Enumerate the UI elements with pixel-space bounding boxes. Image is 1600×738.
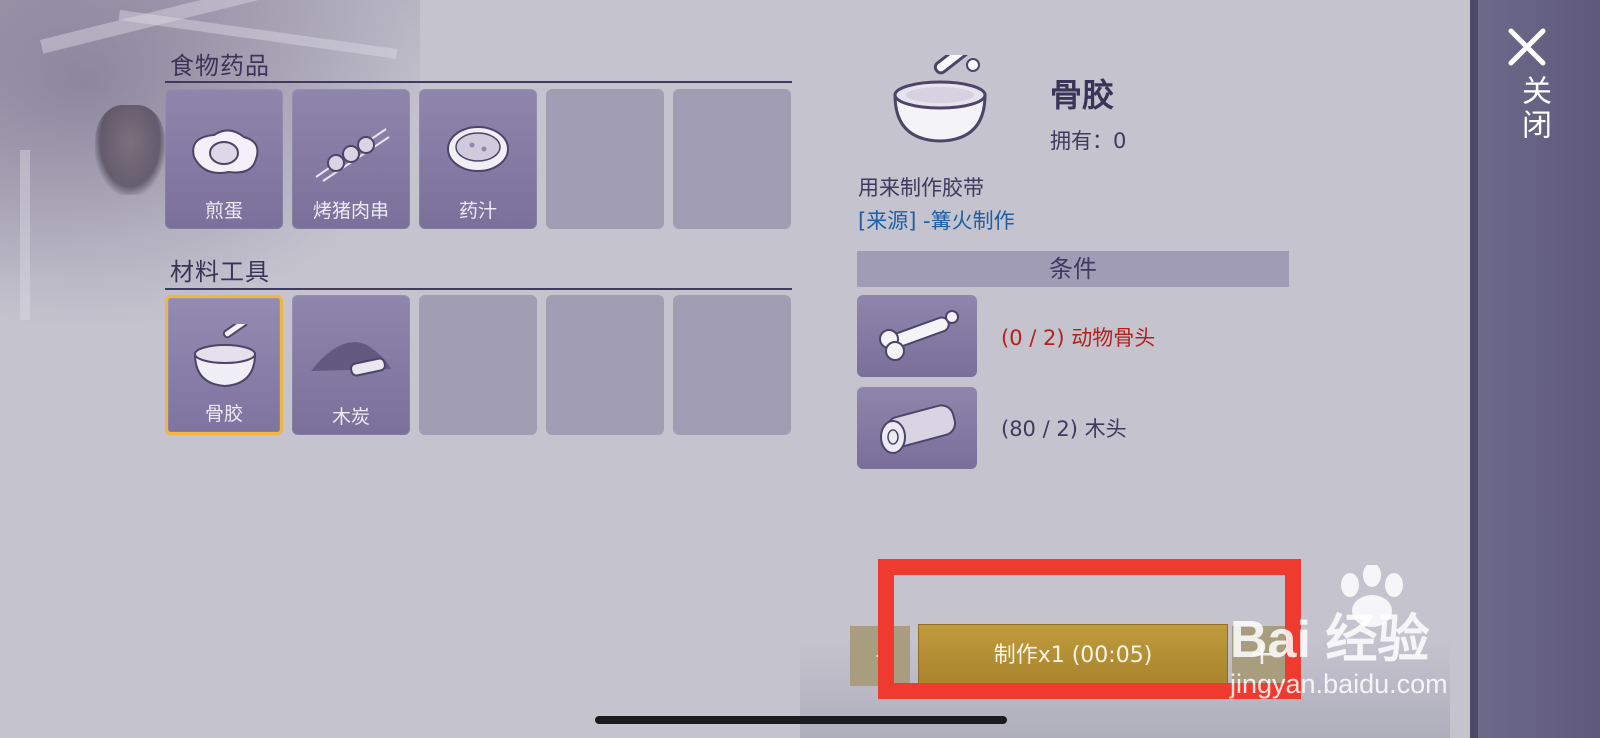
watermark-sub: jingyan.baidu.com — [1230, 669, 1448, 699]
close-button[interactable]: 关闭 — [1505, 25, 1565, 155]
item-slot-skewer[interactable]: 烤猪肉串 — [292, 89, 410, 229]
empty-slot — [673, 295, 791, 435]
item-label: 煎蛋 — [204, 200, 243, 222]
section-title-materials: 材料工具 — [170, 258, 270, 286]
background-character — [95, 105, 165, 195]
section-divider — [165, 288, 792, 290]
fried-egg-icon — [192, 129, 259, 174]
item-slot-bone-glue[interactable]: 骨胶 — [165, 295, 283, 435]
bone-icon — [879, 310, 959, 361]
item-label: 木炭 — [331, 406, 370, 428]
side-panel: 关闭 — [1470, 0, 1600, 738]
close-icon — [1508, 28, 1546, 66]
owned-count: 拥有：0 — [1050, 129, 1127, 153]
item-source-link[interactable]: [来源] -篝火制作 — [858, 205, 1015, 235]
item-slot-fried-egg[interactable]: 煎蛋 — [165, 89, 283, 229]
watermark-main: Bai 经验 — [1230, 611, 1430, 669]
item-label: 骨胶 — [204, 403, 243, 425]
section-title-food: 食物药品 — [170, 52, 270, 80]
item-slot-soup[interactable]: 药汁 — [419, 89, 537, 229]
decrease-quantity-button[interactable]: - — [850, 626, 910, 686]
empty-slot — [419, 295, 537, 435]
conditions-header: 条件 — [857, 251, 1289, 287]
side-panel-edge — [1470, 0, 1478, 738]
craft-button[interactable]: 制作x1 (00:05) — [918, 624, 1228, 686]
section-divider — [165, 81, 792, 83]
item-description: 用来制作胶带 — [858, 176, 984, 200]
item-label: 烤猪肉串 — [312, 200, 389, 222]
close-label: 关闭 — [1516, 75, 1551, 143]
empty-slot — [546, 89, 664, 229]
empty-slot — [546, 295, 664, 435]
item-label: 药汁 — [458, 200, 497, 222]
mortar-bone-icon — [193, 324, 257, 388]
condition-log-text: (80 / 2) 木头 — [1001, 417, 1127, 441]
mortar-bone-icon — [893, 55, 987, 143]
condition-bone-text: (0 / 2) 动物骨头 — [1001, 326, 1156, 350]
condition-slot-bone[interactable] — [857, 295, 977, 377]
log-icon — [880, 404, 957, 454]
empty-slot — [673, 89, 791, 229]
item-slot-charcoal[interactable]: 木炭 — [292, 295, 410, 435]
charcoal-icon — [311, 342, 391, 377]
item-name: 骨胶 — [1050, 76, 1115, 114]
skewer-icon — [315, 128, 390, 182]
soup-bowl-icon — [447, 126, 509, 172]
condition-slot-log[interactable] — [857, 387, 977, 469]
home-indicator[interactable] — [595, 716, 1007, 724]
